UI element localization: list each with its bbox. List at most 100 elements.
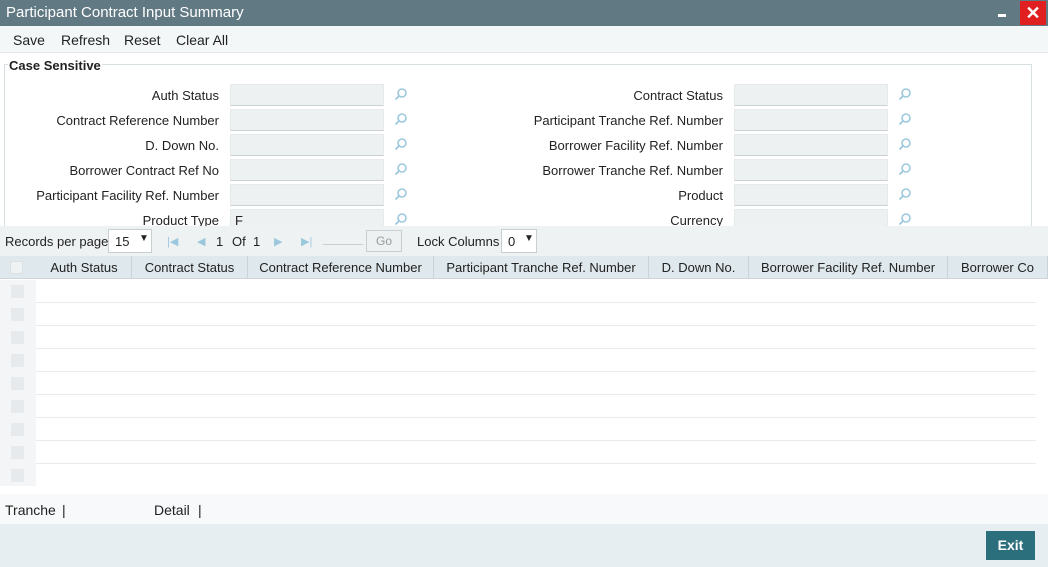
row-select-cell (0, 464, 36, 486)
chevron-down-icon: ▼ (524, 233, 534, 244)
last-page-icon[interactable]: ▶| (301, 235, 312, 248)
row-checkbox[interactable] (11, 423, 24, 436)
clear-all-button[interactable]: Clear All (176, 32, 228, 48)
table-row[interactable] (0, 441, 1036, 464)
left-field-input[interactable] (230, 84, 384, 106)
lock-columns-value: 0 (508, 234, 516, 249)
row-select-cell (0, 326, 36, 349)
refresh-button[interactable]: Refresh (61, 32, 110, 48)
next-page-icon[interactable]: ▶ (274, 235, 282, 248)
exit-button[interactable]: Exit (986, 531, 1035, 560)
close-button[interactable]: ✕ (1020, 1, 1046, 25)
column-header[interactable]: Borrower Facility Ref. Number (749, 256, 948, 279)
table-row[interactable] (0, 326, 1036, 349)
grid-header: Auth Status Contract Status Contract Refer… (0, 256, 1048, 279)
link-separator: | (198, 502, 202, 518)
total-pages: 1 (253, 234, 261, 249)
left-field-label: D. Down No. (145, 138, 219, 153)
records-per-page-select[interactable]: 15 ▼ (108, 229, 152, 253)
results-grid: Auth Status Contract Status Contract Refer… (0, 256, 1048, 486)
row-checkbox[interactable] (11, 308, 24, 321)
right-field-label: Borrower Facility Ref. Number (548, 138, 723, 153)
right-field-input[interactable] (734, 84, 888, 106)
row-checkbox[interactable] (11, 377, 24, 390)
row-checkbox[interactable] (11, 285, 24, 298)
row-checkbox[interactable] (11, 331, 24, 344)
lookup-icon[interactable] (394, 187, 408, 201)
left-field-label: Borrower Contract Ref No (69, 163, 219, 178)
footer-bar (0, 524, 1048, 567)
lookup-icon[interactable] (898, 87, 912, 101)
row-select-cell (0, 395, 36, 418)
row-select-cell (0, 441, 36, 464)
table-row[interactable] (0, 395, 1036, 418)
records-per-page-label: Records per page (5, 234, 109, 249)
column-header[interactable]: Contract Status (132, 256, 248, 279)
column-header[interactable]: Auth Status (37, 256, 132, 279)
of-label: Of (232, 234, 246, 249)
table-row[interactable] (0, 349, 1036, 372)
row-select-cell (0, 372, 36, 395)
lookup-icon[interactable] (394, 87, 408, 101)
row-select-cell (0, 303, 36, 326)
table-row[interactable] (0, 303, 1036, 326)
right-field-input[interactable] (734, 109, 888, 131)
lookup-icon[interactable] (394, 137, 408, 151)
lookup-icon[interactable] (898, 137, 912, 151)
reset-button[interactable]: Reset (124, 32, 161, 48)
left-field-input[interactable] (230, 159, 384, 181)
row-select-cell (0, 349, 36, 372)
row-checkbox[interactable] (11, 446, 24, 459)
lookup-icon[interactable] (898, 212, 912, 226)
right-field-label: Contract Status (633, 88, 723, 103)
lock-columns-select[interactable]: 0 ▼ (501, 229, 537, 253)
table-row[interactable] (0, 418, 1036, 441)
row-select-cell (0, 280, 36, 303)
window-titlebar: Participant Contract Input Summary ✕ (0, 0, 1048, 26)
link-separator: | (62, 502, 66, 518)
column-header[interactable]: D. Down No. (649, 256, 749, 279)
lookup-icon[interactable] (394, 212, 408, 226)
left-field-input[interactable] (230, 134, 384, 156)
left-field-input[interactable] (230, 109, 384, 131)
lock-columns-label: Lock Columns (417, 234, 500, 249)
lookup-icon[interactable] (394, 162, 408, 176)
column-header[interactable]: Contract Reference Number (248, 256, 434, 279)
previous-page-icon[interactable]: ◀ (197, 235, 205, 248)
current-page: 1 (216, 234, 224, 249)
left-field-input[interactable] (230, 184, 384, 206)
select-all-checkbox[interactable] (10, 261, 23, 274)
row-checkbox[interactable] (11, 469, 24, 482)
detail-links-bar: Tranche | Detail | (0, 494, 1048, 524)
lookup-icon[interactable] (898, 187, 912, 201)
right-field-label: Borrower Tranche Ref. Number (542, 163, 723, 178)
row-checkbox[interactable] (11, 354, 24, 367)
table-row[interactable] (0, 372, 1036, 395)
right-field-label: Product (678, 188, 723, 203)
pagination-bar: Records per page 15 ▼ |◀ ◀ 1 Of 1 ▶ ▶| Lo… (0, 226, 1048, 256)
left-field-label: Participant Facility Ref. Number (36, 188, 219, 203)
tranche-link[interactable]: Tranche (5, 502, 56, 518)
go-button[interactable]: Go (366, 230, 402, 252)
save-button[interactable]: Save (13, 32, 45, 48)
detail-link[interactable]: Detail (154, 502, 190, 518)
left-field-label: Contract Reference Number (56, 113, 219, 128)
page-number-input[interactable] (323, 244, 363, 245)
chevron-down-icon: ▼ (139, 233, 149, 244)
right-field-input[interactable] (734, 134, 888, 156)
lookup-icon[interactable] (898, 112, 912, 126)
minimize-button[interactable] (992, 0, 1012, 26)
toolbar: Save Refresh Reset Clear All (0, 26, 1048, 53)
column-header[interactable]: Participant Tranche Ref. Number (434, 256, 649, 279)
lookup-icon[interactable] (898, 162, 912, 176)
right-field-input[interactable] (734, 184, 888, 206)
right-field-input[interactable] (734, 159, 888, 181)
column-header[interactable]: Borrower Co (948, 256, 1048, 279)
first-page-icon[interactable]: |◀ (167, 235, 178, 248)
table-row[interactable] (0, 280, 1036, 303)
lookup-icon[interactable] (394, 112, 408, 126)
left-field-label: Auth Status (151, 88, 219, 103)
row-checkbox[interactable] (11, 400, 24, 413)
records-per-page-value: 15 (115, 234, 130, 249)
table-row[interactable] (0, 464, 1036, 486)
